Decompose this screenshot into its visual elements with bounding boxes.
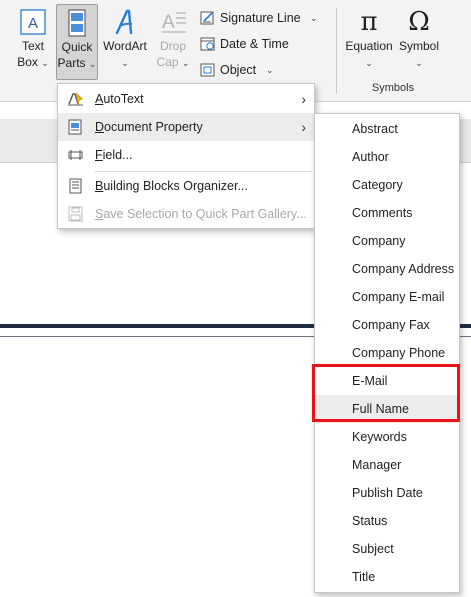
property-company-email[interactable]: Company E-mail [315,283,459,311]
quick-parts-label-1: Quick [61,40,93,54]
symbol-button[interactable]: Ω Symbol ⌄ [396,4,442,80]
save-selection-label: ave Selection to Quick Part Gallery... [103,207,307,221]
submenu-arrow-icon: › [301,91,306,107]
field-icon [68,150,83,160]
menu-item-document-property[interactable]: Document Property › [58,113,314,141]
pi-icon: π [360,7,378,37]
document-property-label: ocument Property [104,120,203,134]
property-keywords[interactable]: Keywords [315,423,459,451]
svg-text:A: A [28,15,38,32]
chevron-down-icon[interactable]: ⌄ [310,7,318,29]
text-box-icon: A [20,9,46,35]
wordart-label: WordArt [103,39,147,53]
ribbon-group-divider [336,8,337,94]
chevron-down-icon: ⌄ [415,58,423,68]
chevron-down-icon: ⌄ [365,58,373,68]
property-author[interactable]: Author [315,143,459,171]
property-manager[interactable]: Manager [315,451,459,479]
chevron-down-icon: ⌄ [41,58,49,68]
property-company-fax[interactable]: Company Fax [315,311,459,339]
calendar-icon [200,37,215,51]
equation-button[interactable]: π Equation ⌄ [342,4,396,80]
drop-cap-label-2: Cap [156,55,179,69]
chevron-down-icon: ⌄ [88,59,97,69]
drop-cap-icon: A [162,12,186,33]
property-company-address[interactable]: Company Address [315,255,459,283]
menu-item-field[interactable]: Field... [58,141,314,169]
wordart-button[interactable]: WordArt ⌄ [100,4,150,80]
quick-parts-button[interactable]: Quick Parts ⌄ [56,4,98,80]
property-subject[interactable]: Subject [315,535,459,563]
text-box-label-2: Box [17,55,38,69]
property-publish-date[interactable]: Publish Date [315,479,459,507]
document-property-accesskey: D [95,120,105,134]
property-abstract[interactable]: Abstract [315,115,459,143]
menu-item-autotext[interactable]: AutoText › [58,85,314,113]
date-time-button[interactable]: Date & Time [198,33,298,55]
autotext-icon [68,92,83,106]
field-label: ield... [102,148,133,162]
object-label: Object [220,63,257,77]
menu-item-save-selection[interactable]: Save Selection to Quick Part Gallery... [58,200,314,228]
object-icon [200,63,215,77]
building-blocks-icon [69,178,82,194]
signature-line-label: Signature Line [220,11,301,25]
date-time-label: Date & Time [220,37,289,51]
symbols-group-label: Symbols [371,82,415,94]
document-property-icon [68,119,82,135]
chevron-down-icon: ⌄ [121,58,129,68]
property-comments[interactable]: Comments [315,199,459,227]
quick-parts-label-2: Parts [57,56,86,70]
highlight-annotation [312,364,460,422]
wordart-icon [115,9,133,35]
text-box-button[interactable]: A Text Box ⌄ [12,4,54,80]
omega-icon: Ω [408,7,430,37]
drop-cap-label-1: Drop [159,39,186,53]
object-button[interactable]: Object ⌄ [198,59,278,81]
drop-cap-button[interactable]: A Drop Cap ⌄ [152,4,194,80]
building-blocks-label: uilding Blocks Organizer... [103,179,248,193]
svg-text:A: A [162,12,175,33]
menu-item-building-blocks-organizer[interactable]: Building Blocks Organizer... [58,172,314,200]
document-property-submenu: Abstract Author Category Comments Compan… [314,113,460,593]
quick-parts-icon [68,9,86,37]
property-category[interactable]: Category [315,171,459,199]
equation-label: Equation [345,39,393,53]
autotext-label: utoText [103,92,144,106]
signature-line-button[interactable]: Signature Line ⌄ [198,7,328,29]
signature-line-icon [200,11,214,25]
property-company[interactable]: Company [315,227,459,255]
quick-parts-menu: AutoText › Document Property › Field... … [57,83,315,229]
symbol-label: Symbol [398,39,439,53]
field-accesskey: F [95,148,103,162]
text-box-label-1: Text [21,39,44,53]
save-selection-icon [68,206,83,222]
property-status[interactable]: Status [315,507,459,535]
chevron-down-icon: ⌄ [181,58,190,68]
property-title[interactable]: Title [315,563,459,591]
submenu-arrow-icon: › [301,119,306,135]
chevron-down-icon[interactable]: ⌄ [266,59,274,81]
property-company-phone[interactable]: Company Phone [315,339,459,367]
